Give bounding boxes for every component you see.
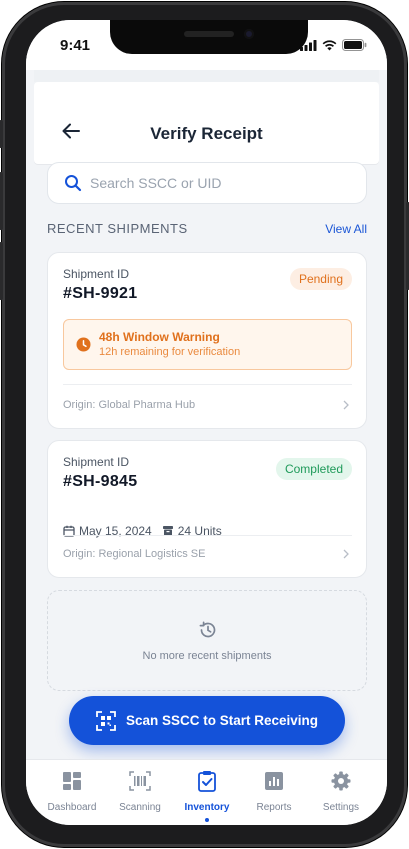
header-top-strip [34, 70, 379, 82]
speaker [184, 31, 234, 37]
volume-down-button [0, 242, 3, 300]
phone-frame: 9:41 Verify Receipt Search SSCC or UID R… [0, 2, 409, 847]
status-badge: Completed [275, 458, 352, 480]
divider [63, 535, 352, 536]
active-tab-indicator [205, 818, 209, 822]
shipment-id-label: Shipment ID [63, 455, 130, 469]
search-bar[interactable] [47, 162, 367, 204]
clipboard-check-icon [198, 771, 216, 792]
qr-scan-icon [96, 710, 116, 731]
chart-icon [265, 772, 283, 790]
recent-shipments-header: RECENT SHIPMENTS View All [47, 221, 367, 239]
warning-title: 48h Window Warning [99, 330, 220, 344]
chevron-right-icon [343, 400, 349, 410]
bottom-tab-bar: Dashboard Scanning Inventory Reports Set… [26, 759, 387, 825]
window-warning-banner: 48h Window Warning 12h remaining for ver… [63, 319, 352, 370]
chevron-right-icon [343, 549, 349, 559]
shipment-id-label: Shipment ID [63, 267, 130, 281]
warning-subtitle: 12h remaining for verification [99, 346, 241, 358]
tab-settings[interactable]: Settings [307, 770, 375, 813]
tab-reports[interactable]: Reports [240, 770, 308, 813]
section-title: RECENT SHIPMENTS [47, 221, 188, 236]
empty-state: No more recent shipments [47, 590, 367, 691]
volume-up-button [0, 172, 3, 230]
clock-icon [76, 337, 91, 352]
status-time: 9:41 [60, 37, 91, 54]
notch [110, 20, 308, 54]
wifi-icon [322, 39, 337, 50]
scan-sscc-label: Scan SSCC to Start Receiving [125, 713, 319, 728]
shipment-origin: Origin: Regional Logistics SE [63, 548, 206, 560]
mute-switch [0, 120, 3, 148]
barcode-icon [129, 771, 151, 791]
empty-state-text: No more recent shipments [142, 650, 272, 662]
tab-dashboard[interactable]: Dashboard [38, 770, 106, 813]
dashboard-icon [63, 772, 81, 790]
app-header: Verify Receipt [34, 82, 379, 164]
search-icon [65, 175, 82, 192]
scan-sscc-button[interactable]: Scan SSCC to Start Receiving [69, 696, 345, 745]
history-icon [199, 621, 216, 638]
screen: 9:41 Verify Receipt Search SSCC or UID R… [26, 20, 387, 825]
shipment-origin: Origin: Global Pharma Hub [63, 399, 196, 411]
shipment-card[interactable]: Shipment ID #SH-9845 Completed May 15, 2… [47, 440, 367, 578]
gear-icon [331, 771, 351, 791]
tab-scanning[interactable]: Scanning [106, 770, 174, 813]
camera [244, 29, 254, 39]
divider [63, 384, 352, 385]
shipment-id: #SH-9845 [63, 473, 138, 490]
tab-label: Settings [322, 802, 360, 813]
shipment-id: #SH-9921 [63, 285, 138, 302]
page-title: Verify Receipt [150, 124, 263, 143]
search-input[interactable] [90, 171, 350, 195]
shipment-card[interactable]: Shipment ID #SH-9921 Pending 48h Window … [47, 252, 367, 429]
tab-inventory[interactable]: Inventory [173, 770, 241, 822]
battery-icon [342, 39, 367, 51]
tab-label: Dashboard [47, 802, 97, 813]
status-icons [300, 39, 367, 51]
tab-label: Reports [256, 802, 292, 813]
tab-label: Scanning [119, 802, 161, 813]
tab-label: Inventory [184, 802, 230, 813]
view-all-link[interactable]: View All [325, 222, 367, 236]
status-badge: Pending [289, 268, 352, 290]
